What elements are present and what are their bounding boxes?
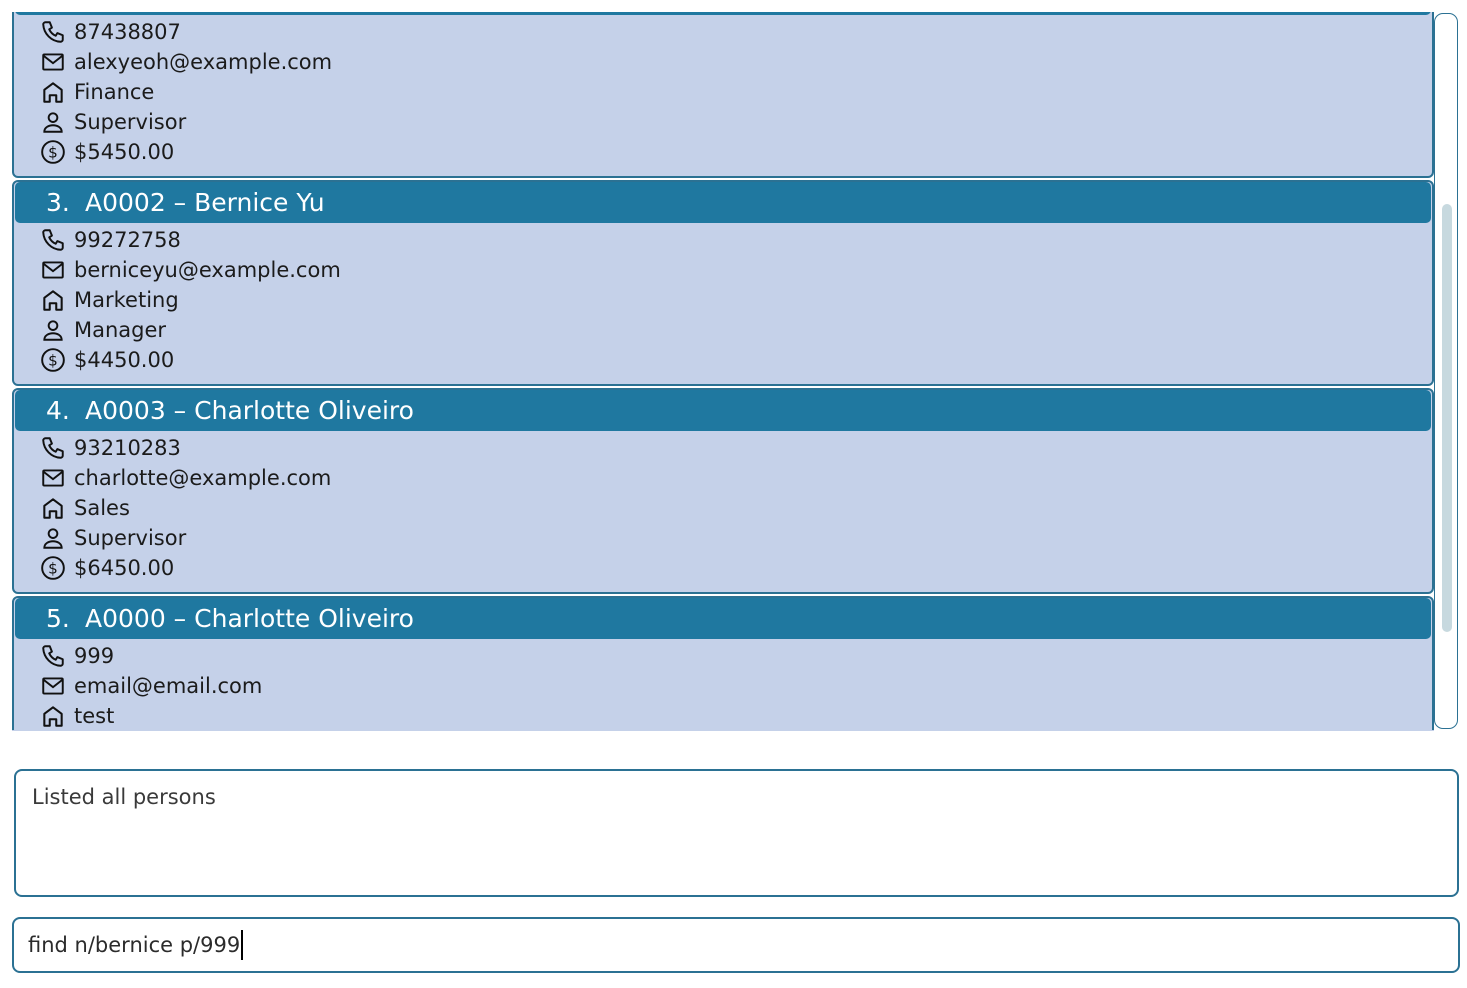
home-icon [40,495,66,521]
person-index: 5. [46,604,70,633]
phone-icon [40,643,66,669]
person-department: test [74,704,115,728]
person-phone-row: 99272758 [40,225,341,255]
home-icon [40,79,66,105]
person-department-row: Sales [40,493,331,523]
scrollbar-thumb[interactable] [1442,204,1452,632]
svg-text:$: $ [48,559,58,577]
title-separator: – [165,396,195,425]
result-display: Listed all persons [14,769,1459,897]
person-card-header: 4. A0003 – Charlotte Oliveiro [15,390,1431,431]
person-icon [40,109,66,135]
svg-text:$: $ [48,143,58,161]
person-salary-row: $ $6450.00 [40,553,331,583]
person-phone: 93210283 [74,436,181,460]
home-icon [40,703,66,729]
title-separator: – [165,604,195,633]
list-scrollbar[interactable] [1434,13,1458,729]
person-phone: 99272758 [74,228,181,252]
title-separator: – [165,188,195,217]
person-id: A0000 [85,604,166,633]
person-fields: 87438807 alexyeoh@example.com Finance Super… [40,17,332,167]
person-title: A0000 – Charlotte Oliveiro [85,598,414,639]
person-email-row: berniceyu@example.com [40,255,341,285]
person-fields: 93210283 charlotte@example.com Sales Superv… [40,433,331,583]
person-role-row: Manager [40,315,341,345]
person-title: A0002 – Bernice Yu [85,182,325,223]
home-icon [40,287,66,313]
person-salary-row: $ $4450.00 [40,345,341,375]
person-title: A0003 – Charlotte Oliveiro [85,390,414,431]
person-icon [40,525,66,551]
person-card[interactable]: 5. A0000 – Charlotte Oliveiro 999 email@ema… [12,596,1434,731]
phone-icon [40,19,66,45]
person-phone: 87438807 [74,20,181,44]
person-email-row: charlotte@example.com [40,463,331,493]
person-department-row: Marketing [40,285,341,315]
person-email: email@email.com [74,674,263,698]
person-phone-row: 87438807 [40,17,332,47]
person-name: Charlotte Oliveiro [194,604,414,633]
person-index: 2. [46,12,70,15]
person-index: 4. [46,396,70,425]
command-input[interactable]: find n/bernice p/999 [12,917,1460,973]
mail-icon [40,673,66,699]
person-email: charlotte@example.com [74,466,332,490]
person-list[interactable]: 2. A0001 – Alex Yeoh 87438807 alexyeoh@exam… [12,12,1434,731]
result-message: Listed all persons [32,785,216,809]
person-phone-row: 93210283 [40,433,331,463]
phone-icon [40,435,66,461]
person-index: 3. [46,188,70,217]
person-phone: 999 [74,644,115,668]
person-email: berniceyu@example.com [74,258,341,282]
person-id: A0002 [85,188,166,217]
svg-text:$: $ [48,351,58,369]
mail-icon [40,257,66,283]
person-fields: 99272758 berniceyu@example.com Marketing Ma… [40,225,341,375]
person-name: Bernice Yu [194,188,325,217]
list-edge [12,730,1434,731]
person-department: Finance [74,80,155,104]
person-email: alexyeoh@example.com [74,50,333,74]
dollar-icon: $ [40,555,66,581]
person-salary: $6450.00 [74,556,175,580]
person-department: Marketing [74,288,179,312]
person-department-row: Finance [40,77,332,107]
person-role-row: Supervisor [40,523,331,553]
person-icon [40,317,66,343]
person-role: Supervisor [74,526,187,550]
dollar-icon: $ [40,347,66,373]
person-salary: $5450.00 [74,140,175,164]
person-id: A0003 [85,396,166,425]
person-card[interactable]: 4. A0003 – Charlotte Oliveiro 93210283 char… [12,388,1434,594]
person-card[interactable]: 3. A0002 – Bernice Yu 99272758 berniceyu@ex… [12,180,1434,386]
person-card-header: 2. A0001 – Alex Yeoh [15,12,1431,15]
person-department: Sales [74,496,130,520]
mail-icon [40,49,66,75]
person-salary-row: $ $5450.00 [40,137,332,167]
person-department-row: test [40,701,262,731]
person-card-header: 5. A0000 – Charlotte Oliveiro [15,598,1431,639]
command-text: find n/bernice p/999 [28,933,241,957]
phone-icon [40,227,66,253]
person-role: Supervisor [74,110,187,134]
person-salary: $4450.00 [74,348,175,372]
person-card-header: 3. A0002 – Bernice Yu [15,182,1431,223]
person-title: A0001 – Alex Yeoh [85,12,314,15]
person-role: Manager [74,318,167,342]
person-phone-row: 999 [40,641,262,671]
mail-icon [40,465,66,491]
dollar-icon: $ [40,139,66,165]
person-role-row: Supervisor [40,107,332,137]
text-caret [241,930,244,960]
person-fields: 999email@email.comtesttest$$1000.00 [40,641,262,731]
person-email-row: alexyeoh@example.com [40,47,332,77]
person-card[interactable]: 2. A0001 – Alex Yeoh 87438807 alexyeoh@exam… [12,12,1434,178]
person-email-row: email@email.com [40,671,262,701]
person-name: Charlotte Oliveiro [194,396,414,425]
